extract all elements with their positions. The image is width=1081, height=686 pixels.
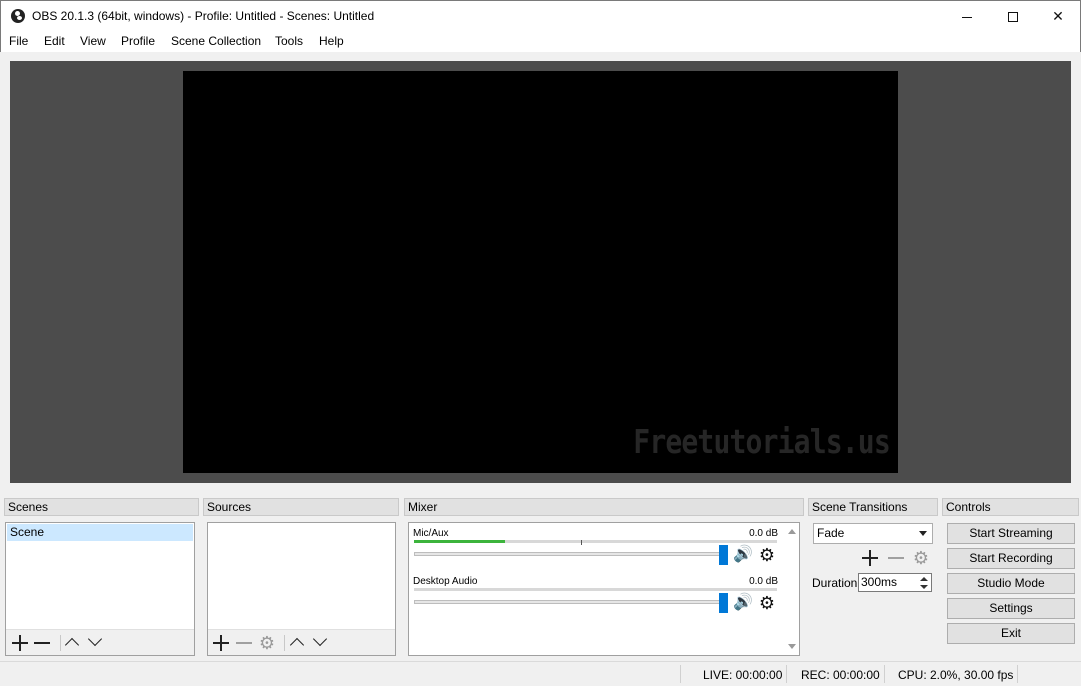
dropdown-arrow-icon	[919, 531, 927, 536]
spin-buttons[interactable]	[919, 575, 930, 590]
start-streaming-button[interactable]: Start Streaming	[947, 523, 1075, 544]
scenes-list: Scene	[5, 522, 195, 656]
maximize-icon	[1008, 12, 1018, 23]
obs-logo-icon	[11, 9, 25, 23]
cpu-fps-status: CPU: 2.0%, 30.00 fps	[898, 668, 1014, 682]
maximize-button[interactable]	[990, 1, 1036, 31]
volume-slider-handle[interactable]	[719, 545, 728, 565]
sources-toolbar: ⚙	[208, 629, 395, 655]
audio-mixer: Mic/Aux 0.0 dB 🔊 ⚙ Desktop Audio 0.0 dB …	[408, 522, 800, 656]
transitions-dock-title: Scene Transitions	[808, 498, 938, 516]
transition-select[interactable]: Fade	[813, 523, 933, 544]
toolbar-separator	[60, 635, 61, 651]
mixer-channel-db: 0.0 dB	[749, 528, 778, 539]
scroll-up-arrow-icon[interactable]	[788, 529, 796, 534]
volume-meter	[414, 540, 777, 545]
toolbar-separator	[284, 635, 285, 651]
status-separator	[1017, 665, 1018, 683]
move-scene-up-button[interactable]	[63, 634, 81, 652]
speaker-icon[interactable]: 🔊	[733, 594, 753, 612]
remove-source-button[interactable]	[235, 634, 253, 652]
preview-canvas[interactable]: Freetutorials.us	[183, 71, 898, 473]
duration-spinbox[interactable]: 300ms	[858, 573, 932, 592]
minimize-icon	[962, 16, 972, 18]
mixer-channel-name: Mic/Aux	[413, 528, 449, 539]
mixer-gear-icon[interactable]: ⚙	[758, 594, 776, 612]
studio-mode-button[interactable]: Studio Mode	[947, 573, 1075, 594]
remove-transition-button[interactable]	[887, 549, 905, 567]
watermark: Freetutorials.us	[633, 422, 890, 461]
close-button[interactable]: ✕	[1035, 1, 1081, 31]
duration-label: Duration	[812, 576, 858, 590]
menu-tools[interactable]: Tools	[275, 34, 303, 48]
menu-edit[interactable]: Edit	[44, 34, 65, 48]
live-timer: LIVE: 00:00:00	[703, 668, 783, 682]
minimize-button[interactable]	[944, 1, 990, 31]
mixer-gear-icon[interactable]: ⚙	[758, 546, 776, 564]
menu-profile[interactable]: Profile	[121, 34, 155, 48]
spin-down-icon[interactable]	[920, 585, 928, 589]
rec-timer: REC: 00:00:00	[801, 668, 880, 682]
exit-button[interactable]: Exit	[947, 623, 1075, 644]
move-scene-down-button[interactable]	[86, 634, 104, 652]
scene-list-item[interactable]: Scene	[7, 524, 193, 541]
add-source-button[interactable]	[212, 634, 230, 652]
status-bar: LIVE: 00:00:00 REC: 00:00:00 CPU: 2.0%, …	[0, 661, 1081, 686]
status-separator	[884, 665, 885, 683]
window-title: OBS 20.1.3 (64bit, windows) - Profile: U…	[32, 9, 375, 23]
transition-properties-gear-icon[interactable]: ⚙	[912, 549, 930, 567]
mixer-scrollbar[interactable]	[785, 523, 800, 655]
source-properties-gear-icon[interactable]: ⚙	[258, 634, 276, 652]
scroll-down-arrow-icon[interactable]	[788, 644, 796, 649]
scenes-dock-title: Scenes	[4, 498, 199, 516]
move-source-down-button[interactable]	[311, 634, 329, 652]
speaker-icon[interactable]: 🔊	[733, 546, 753, 564]
preview-area: Freetutorials.us	[10, 61, 1071, 483]
add-transition-button[interactable]	[861, 549, 879, 567]
controls-dock-title: Controls	[942, 498, 1079, 516]
volume-meter-fill	[414, 540, 505, 543]
settings-button[interactable]: Settings	[947, 598, 1075, 619]
mixer-dock-title: Mixer	[404, 498, 804, 516]
menu-bar: File Edit View Profile Scene Collection …	[0, 31, 1081, 52]
duration-value: 300ms	[861, 575, 898, 589]
status-separator	[680, 665, 681, 683]
remove-scene-button[interactable]	[33, 634, 51, 652]
volume-meter	[414, 588, 777, 591]
sources-list[interactable]: ⚙	[207, 522, 396, 656]
title-bar: OBS 20.1.3 (64bit, windows) - Profile: U…	[0, 0, 1081, 31]
scenes-toolbar	[6, 629, 194, 655]
menu-scene-collection[interactable]: Scene Collection	[171, 34, 261, 48]
spin-up-icon[interactable]	[920, 577, 928, 581]
move-source-up-button[interactable]	[288, 634, 306, 652]
menu-view[interactable]: View	[80, 34, 106, 48]
start-recording-button[interactable]: Start Recording	[947, 548, 1075, 569]
menu-file[interactable]: File	[9, 34, 28, 48]
sources-dock-title: Sources	[203, 498, 399, 516]
mixer-channel-name: Desktop Audio	[413, 576, 478, 587]
meter-tick	[581, 540, 582, 545]
add-scene-button[interactable]	[11, 634, 29, 652]
volume-slider[interactable]	[414, 552, 728, 556]
status-separator	[786, 665, 787, 683]
menu-help[interactable]: Help	[319, 34, 344, 48]
volume-slider-handle[interactable]	[719, 593, 728, 613]
transition-select-value: Fade	[817, 526, 845, 540]
mixer-channel-db: 0.0 dB	[749, 576, 778, 587]
volume-slider[interactable]	[414, 600, 728, 604]
